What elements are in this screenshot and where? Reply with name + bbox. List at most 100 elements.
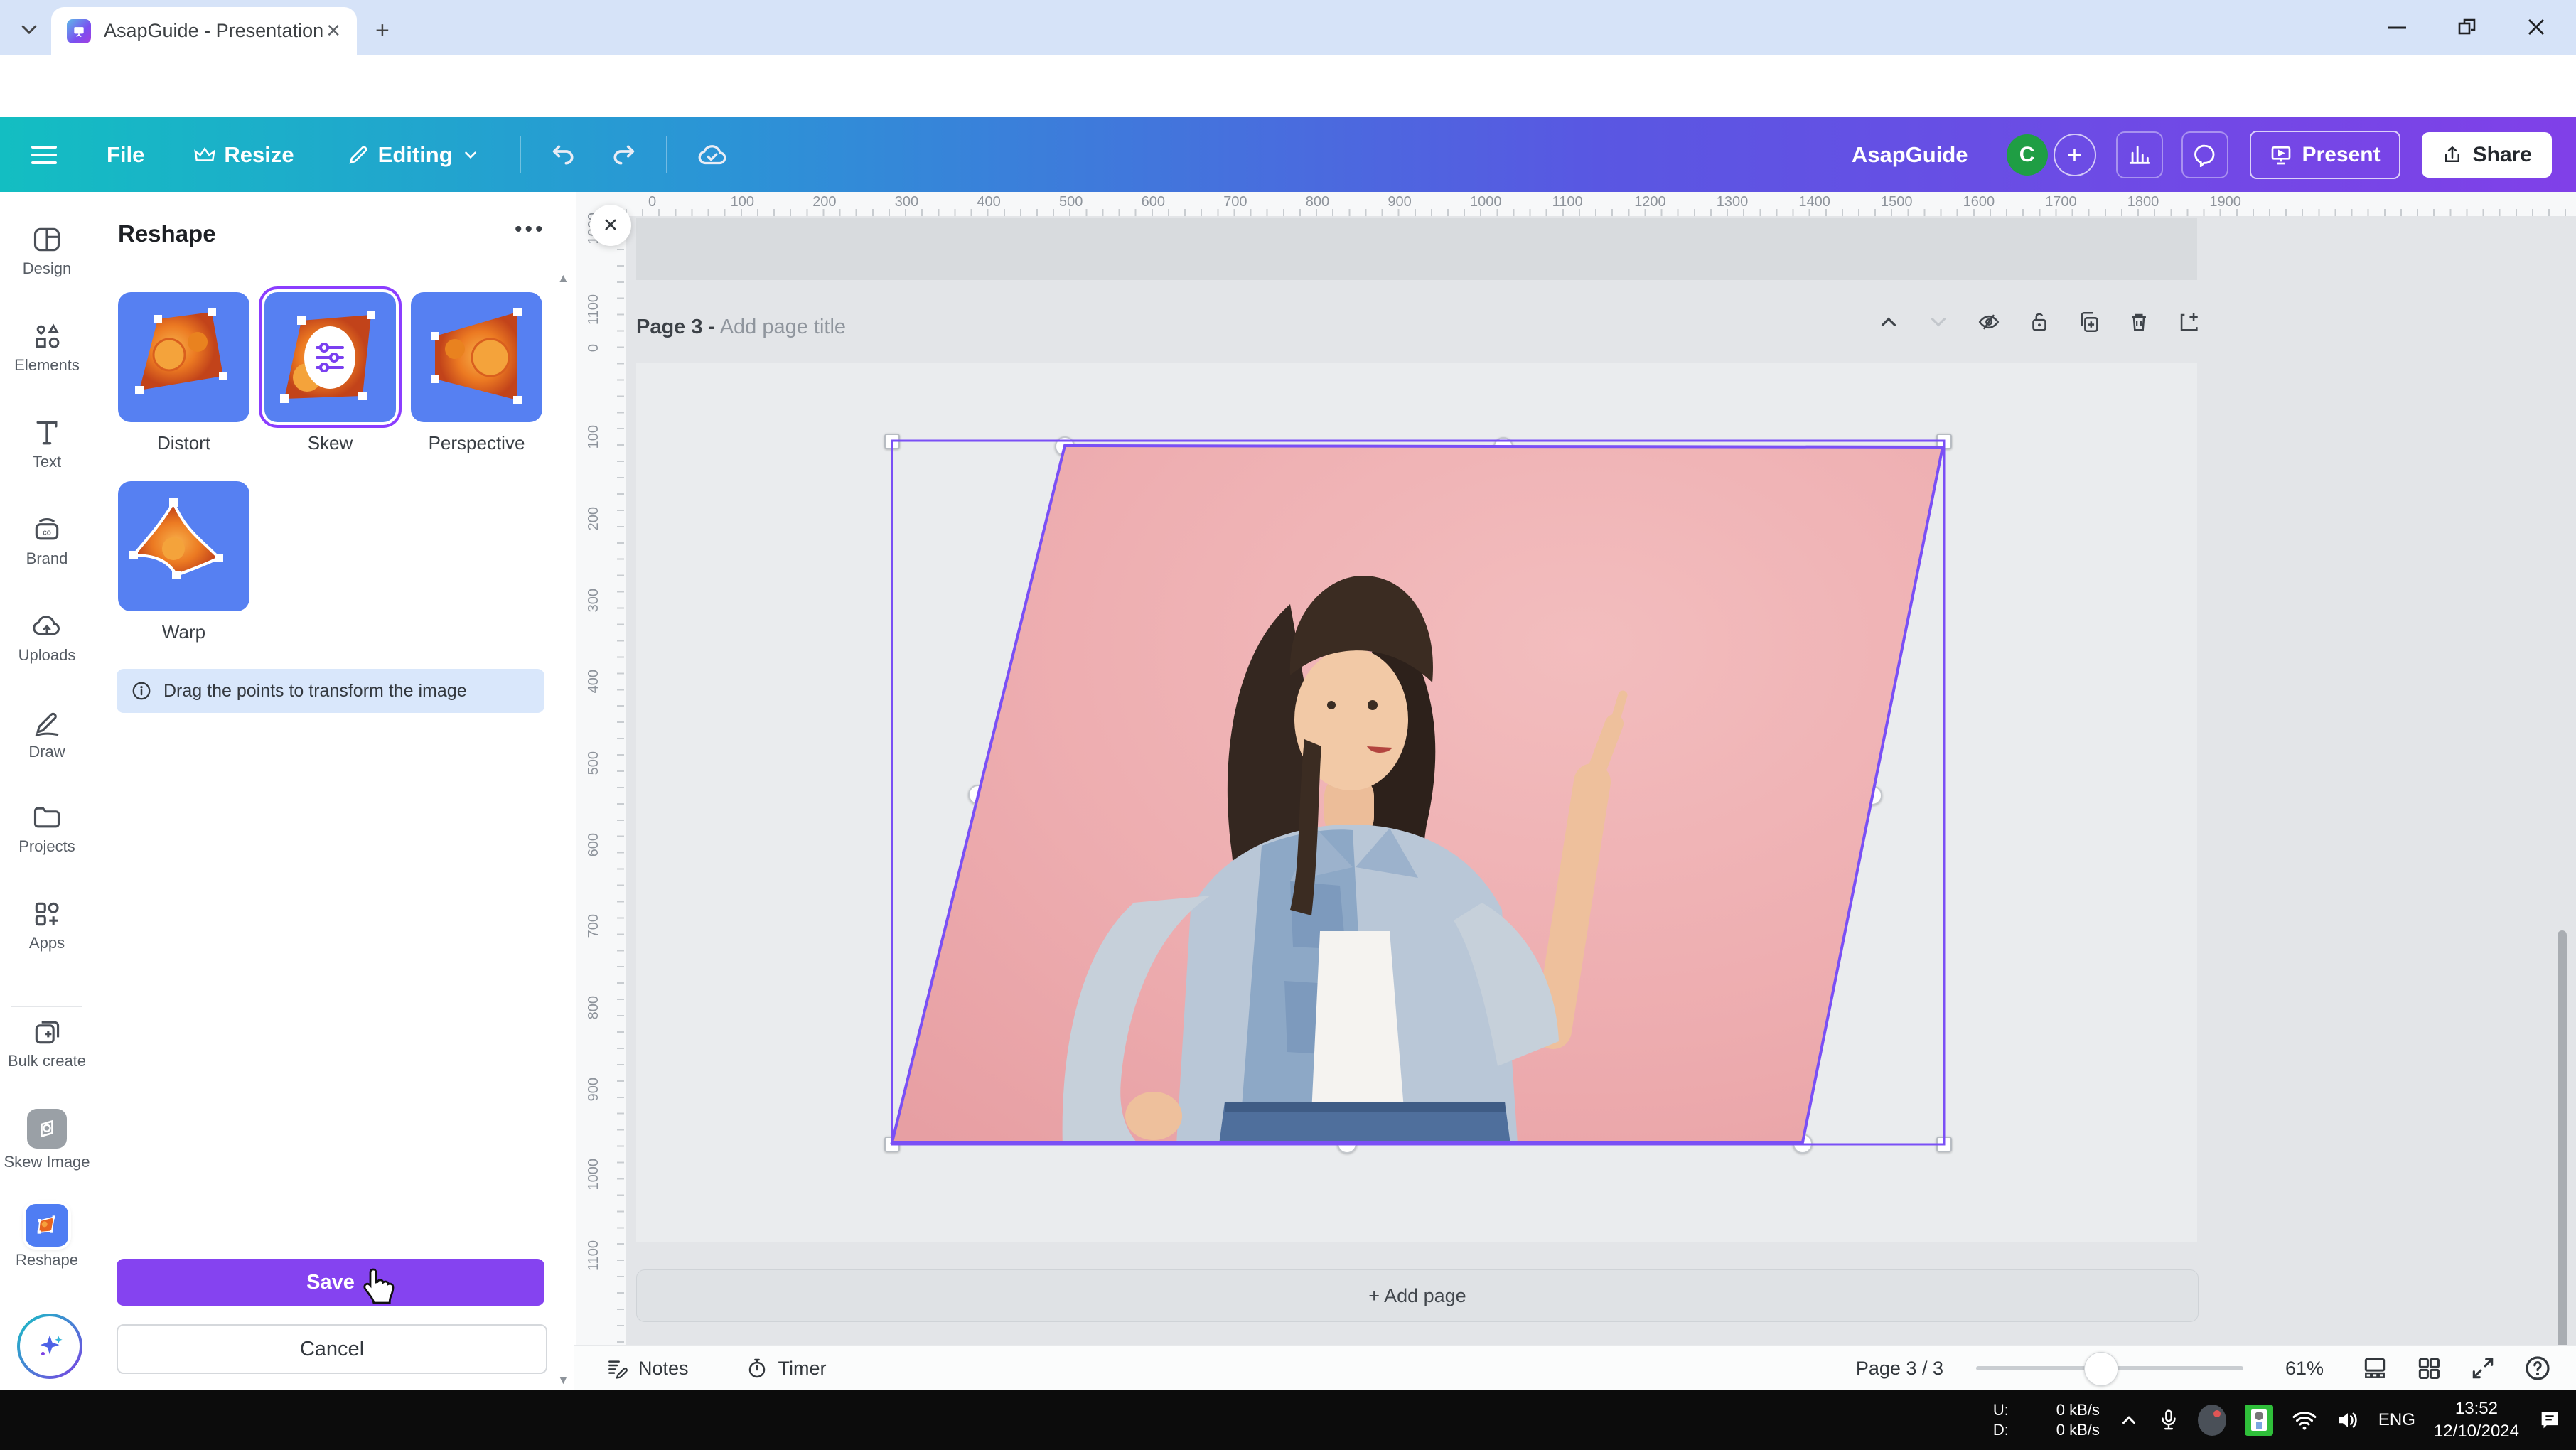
sidebar-item-apps[interactable]: Apps bbox=[0, 898, 94, 952]
ruler-label-v: 600 bbox=[586, 833, 602, 856]
menu-editing[interactable]: Editing bbox=[347, 142, 480, 168]
comment-icon bbox=[2193, 143, 2217, 167]
tray-green-app-icon[interactable] bbox=[2245, 1405, 2273, 1436]
panel-scroll-down-icon[interactable]: ▼ bbox=[557, 1373, 569, 1387]
window-restore-button[interactable] bbox=[2456, 16, 2479, 38]
grid-view-icon[interactable] bbox=[2361, 1355, 2388, 1382]
clock-widget[interactable]: 13:52 12/10/2024 bbox=[2434, 1397, 2519, 1444]
sidebar-item-projects[interactable]: Projects bbox=[0, 802, 94, 856]
ruler-label-v: 900 bbox=[586, 1078, 602, 1101]
timer-button[interactable]: Timer bbox=[746, 1357, 827, 1380]
help-icon[interactable] bbox=[2523, 1354, 2552, 1382]
reshape-option-skew[interactable] bbox=[264, 292, 396, 422]
present-button[interactable]: Present bbox=[2250, 131, 2400, 179]
ruler-label-v: 100 bbox=[586, 425, 602, 449]
header-divider2 bbox=[666, 136, 667, 173]
ruler-label-h: 900 bbox=[1388, 194, 1411, 210]
duplicate-page-icon[interactable] bbox=[2077, 310, 2101, 334]
undo-icon[interactable] bbox=[549, 141, 578, 169]
sidebar-item-skew-image[interactable]: Skew Image bbox=[0, 1109, 94, 1171]
ruler-label-h: 400 bbox=[977, 194, 1000, 210]
move-page-down-icon[interactable] bbox=[1926, 310, 1950, 334]
tray-app-icon[interactable] bbox=[2198, 1405, 2226, 1436]
share-icon bbox=[2442, 144, 2463, 166]
panel-more-button[interactable]: ••• bbox=[515, 218, 546, 242]
ruler-label-v: 500 bbox=[586, 751, 602, 775]
cancel-button[interactable]: Cancel bbox=[117, 1324, 547, 1374]
ruler-label-h: 1200 bbox=[1634, 194, 1666, 210]
sidebar-item-uploads[interactable]: Uploads bbox=[0, 611, 94, 665]
sidebar-item-brand[interactable]: co Brand bbox=[0, 514, 94, 568]
team-name[interactable]: AsapGuide bbox=[1852, 142, 1968, 168]
canvas-scrollbar[interactable] bbox=[2558, 930, 2567, 1389]
keyboard-language[interactable]: ENG bbox=[2378, 1410, 2415, 1430]
zoom-level[interactable]: 61% bbox=[2276, 1358, 2333, 1380]
volume-icon[interactable] bbox=[2336, 1409, 2360, 1431]
microphone-icon[interactable] bbox=[2158, 1408, 2179, 1432]
hide-page-icon[interactable] bbox=[1976, 310, 2002, 334]
selected-image-element[interactable] bbox=[892, 441, 1944, 1144]
invite-member-button[interactable]: + bbox=[2054, 134, 2096, 176]
move-page-up-icon[interactable] bbox=[1877, 310, 1901, 334]
thumbnail-grid-icon[interactable] bbox=[2415, 1355, 2442, 1382]
bar-chart-icon bbox=[2127, 143, 2152, 167]
tab-search-icon[interactable] bbox=[18, 18, 40, 40]
ruler-label-h: 200 bbox=[812, 194, 836, 210]
tab-close-icon[interactable]: ✕ bbox=[326, 20, 341, 42]
redo-icon[interactable] bbox=[609, 141, 638, 169]
hamburger-menu-icon[interactable] bbox=[30, 143, 58, 167]
window-close-button[interactable] bbox=[2525, 16, 2548, 38]
cloud-saved-icon[interactable] bbox=[696, 141, 729, 169]
reshape-option-distort[interactable] bbox=[118, 292, 249, 422]
add-page-icon[interactable] bbox=[2177, 310, 2201, 334]
add-page-button[interactable]: + Add page bbox=[636, 1269, 2199, 1322]
lock-icon[interactable] bbox=[2027, 310, 2051, 334]
sidebar-item-elements[interactable]: Elements bbox=[0, 321, 94, 375]
fullscreen-icon[interactable] bbox=[2469, 1355, 2496, 1382]
delete-page-icon[interactable] bbox=[2127, 310, 2151, 334]
reshape-option-warp[interactable] bbox=[118, 481, 249, 611]
zoom-slider[interactable] bbox=[1976, 1366, 2243, 1370]
sidebar-item-reshape[interactable]: Reshape bbox=[0, 1204, 94, 1269]
ruler-label-h: 700 bbox=[1223, 194, 1247, 210]
sidebar-item-design[interactable]: Design bbox=[0, 224, 94, 278]
ruler-vertical-ticks bbox=[617, 216, 624, 1345]
previous-page-bottom[interactable] bbox=[636, 218, 2197, 280]
sparkle-icon bbox=[33, 1330, 66, 1363]
page-indicator[interactable]: Page 3 / 3 bbox=[1856, 1358, 1943, 1380]
panel-scroll-up-icon[interactable]: ▲ bbox=[557, 272, 569, 286]
menu-file[interactable]: File bbox=[107, 142, 144, 168]
photo-woman-pointing[interactable] bbox=[878, 426, 1958, 1159]
user-avatar[interactable]: C bbox=[2007, 134, 2048, 176]
save-button[interactable]: Save bbox=[117, 1259, 544, 1306]
assistant-button[interactable] bbox=[17, 1314, 82, 1379]
sidebar-item-bulk-create[interactable]: Bulk create bbox=[0, 1016, 94, 1070]
menu-resize[interactable]: Resize bbox=[194, 142, 294, 168]
info-text: Drag the points to transform the image bbox=[163, 681, 467, 702]
panel-close-button[interactable]: ✕ bbox=[590, 205, 631, 246]
zoom-slider-thumb[interactable] bbox=[2084, 1352, 2118, 1386]
canvas-workspace: Page 3 - Add page title bbox=[626, 216, 2576, 1345]
tray-expand-icon[interactable] bbox=[2118, 1409, 2140, 1431]
sidebar-item-text[interactable]: Text bbox=[0, 417, 94, 471]
sidebar-item-draw[interactable]: Draw bbox=[0, 707, 94, 761]
ruler-label-v: 0 bbox=[586, 344, 602, 352]
window-minimize-button[interactable] bbox=[2385, 23, 2409, 33]
notification-center-icon[interactable] bbox=[2538, 1408, 2562, 1432]
page-actions bbox=[1877, 310, 2201, 334]
rail-divider bbox=[11, 1006, 82, 1007]
ruler-label-h: 300 bbox=[895, 194, 918, 210]
comments-button[interactable] bbox=[2181, 131, 2228, 178]
browser-tab[interactable]: AsapGuide - Presentation ✕ bbox=[51, 7, 357, 55]
insights-button[interactable] bbox=[2116, 131, 2163, 178]
page-title-placeholder[interactable]: Add page title bbox=[720, 316, 846, 338]
ruler-label-h: 1800 bbox=[2127, 194, 2159, 210]
ruler-label-v: 200 bbox=[586, 507, 602, 530]
share-button[interactable]: Share bbox=[2422, 132, 2552, 178]
new-tab-button[interactable]: + bbox=[375, 17, 390, 45]
ruler-label-h: 1400 bbox=[1798, 194, 1830, 210]
notes-button[interactable]: Notes bbox=[606, 1357, 689, 1380]
text-icon bbox=[31, 417, 63, 449]
reshape-option-perspective[interactable] bbox=[411, 292, 542, 422]
wifi-icon[interactable] bbox=[2292, 1409, 2317, 1431]
